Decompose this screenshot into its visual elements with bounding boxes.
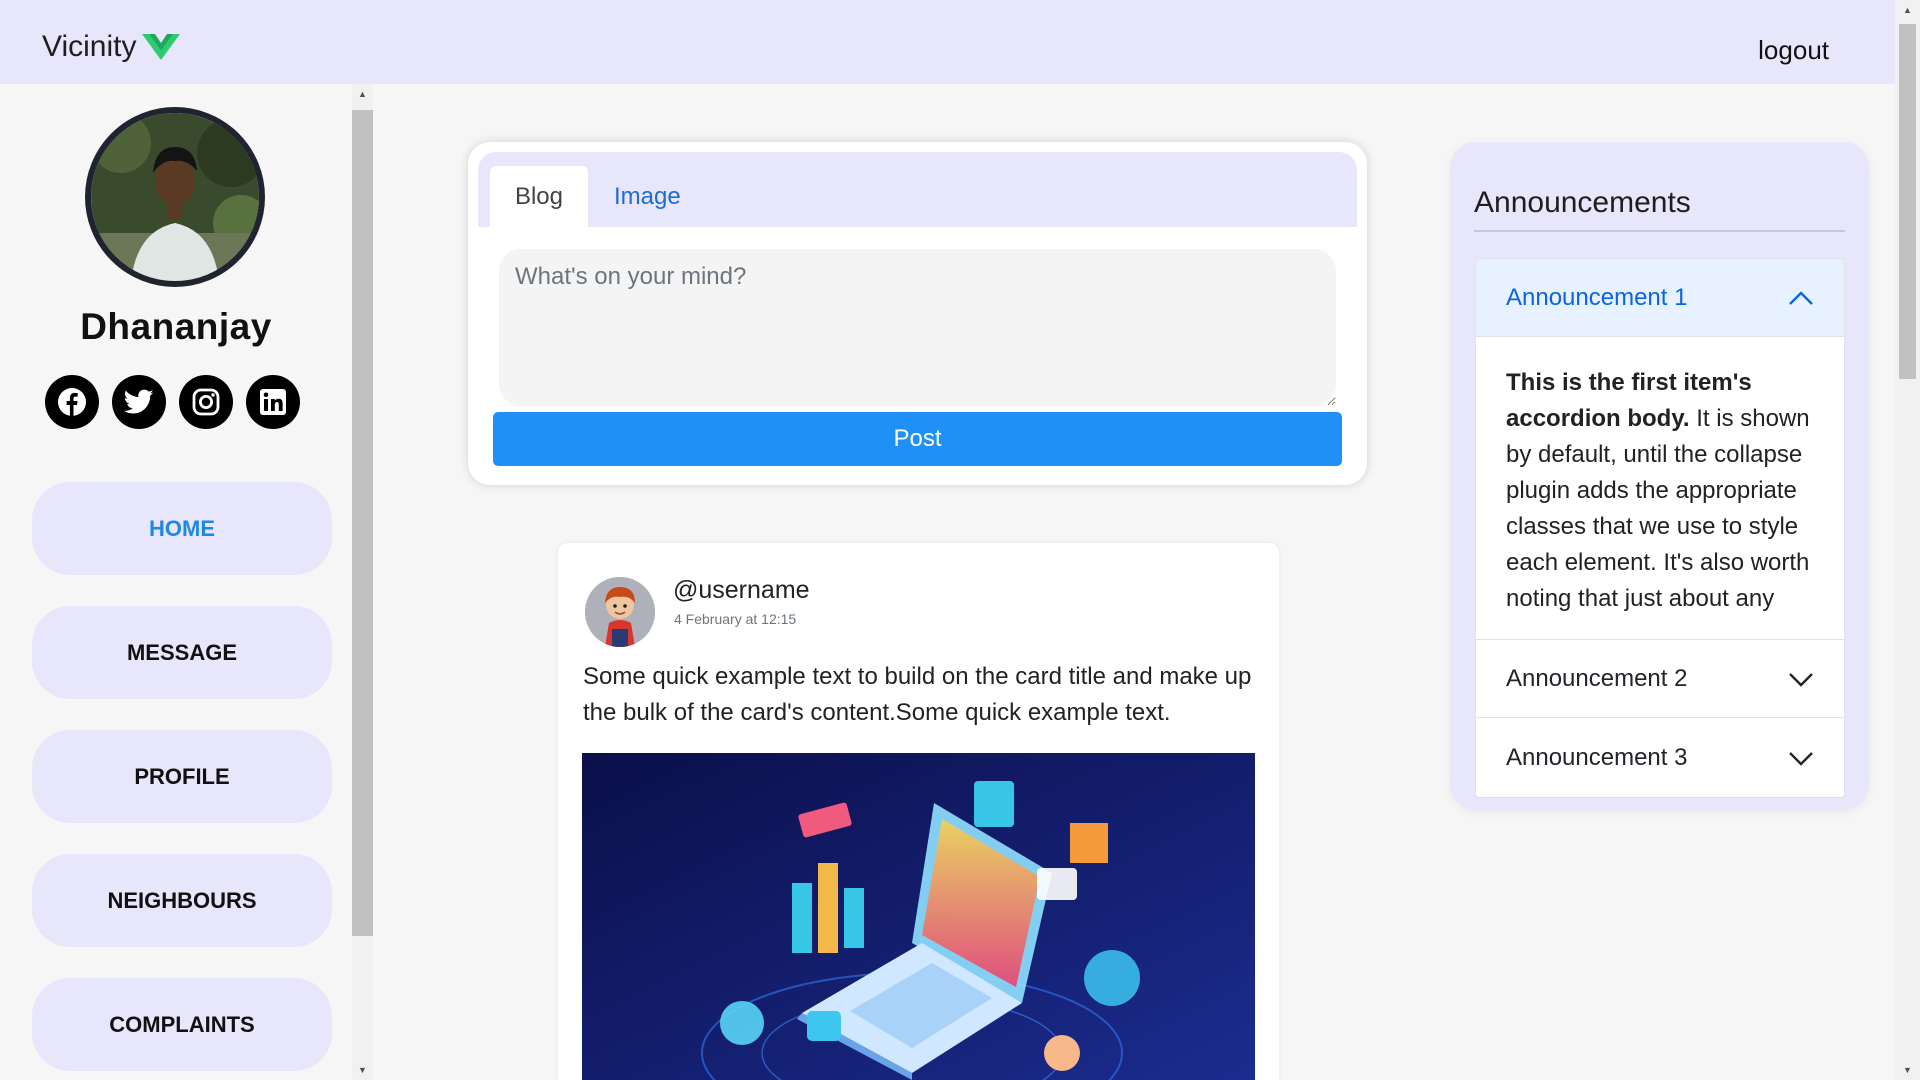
announcements-panel: Announcements Announcement 1 This is the… — [1450, 142, 1869, 810]
chevron-down-icon — [1789, 751, 1813, 766]
nav-neighbours-button[interactable]: NEIGHBOURS — [32, 854, 332, 947]
accordion-header-1[interactable]: Announcement 1 — [1476, 259, 1844, 337]
sidebar-scrollbar[interactable]: ▲ ▼ — [352, 84, 373, 1080]
sidebar-scroll-up-icon[interactable]: ▲ — [352, 84, 373, 104]
post-author-avatar[interactable] — [585, 577, 655, 647]
twitter-icon[interactable] — [112, 375, 166, 429]
accordion-title-1: Announcement 1 — [1506, 283, 1688, 311]
post-composer: Blog Image Post — [468, 142, 1367, 485]
nav-complaints-button[interactable]: COMPLAINTS — [32, 978, 332, 1071]
facebook-icon[interactable] — [45, 375, 99, 429]
top-navbar: Vicinity logout — [0, 0, 1895, 84]
tab-image[interactable]: Image — [614, 166, 681, 227]
scroll-up-arrow-icon[interactable]: ▲ — [1895, 0, 1920, 20]
accordion-header-2[interactable]: Announcement 2 — [1476, 639, 1844, 717]
post-button[interactable]: Post — [493, 412, 1342, 466]
accordion-body-text: It is shown by default, until the collap… — [1506, 405, 1810, 612]
brand-logo[interactable]: Vicinity — [42, 30, 182, 64]
page-scrollbar[interactable]: ▲ ▼ — [1895, 0, 1920, 1080]
accordion-title-2: Announcement 2 — [1506, 664, 1688, 692]
nav-profile-button[interactable]: PROFILE — [32, 730, 332, 823]
announcements-accordion: Announcement 1 This is the first item's … — [1475, 258, 1845, 798]
nav-message-button[interactable]: MESSAGE — [32, 606, 332, 699]
accordion-title-3: Announcement 3 — [1506, 743, 1688, 771]
scroll-down-arrow-icon[interactable]: ▼ — [1895, 1060, 1920, 1080]
social-links — [45, 375, 300, 429]
post-username[interactable]: @username — [673, 576, 810, 605]
brand-check-icon — [142, 34, 181, 60]
post-timestamp: 4 February at 12:15 — [674, 611, 797, 627]
brand-name: Vicinity — [42, 30, 137, 63]
nav-home-button[interactable]: HOME — [32, 482, 332, 575]
sidebar-nav: HOME MESSAGE PROFILE NEIGHBOURS COMPLAIN… — [32, 482, 332, 1080]
chevron-up-icon — [1789, 290, 1813, 305]
linkedin-icon[interactable] — [246, 375, 300, 429]
post-text-input[interactable] — [499, 249, 1336, 406]
profile-avatar[interactable] — [85, 107, 265, 287]
accordion-body-1: This is the first item's accordion body.… — [1476, 337, 1844, 639]
tab-blog[interactable]: Blog — [490, 166, 588, 227]
announcements-title: Announcements — [1474, 186, 1845, 232]
feed-post-card: @username 4 February at 12:15 Some quick… — [558, 543, 1279, 1080]
accordion-header-3[interactable]: Announcement 3 — [1476, 717, 1844, 797]
sidebar-scroll-down-icon[interactable]: ▼ — [352, 1060, 373, 1080]
composer-tabs: Blog Image — [478, 152, 1357, 227]
post-body-text: Some quick example text to build on the … — [583, 663, 1252, 726]
instagram-icon[interactable] — [179, 375, 233, 429]
chevron-down-icon — [1789, 672, 1813, 687]
post-image[interactable] — [582, 753, 1255, 1080]
sidebar-scrollbar-thumb[interactable] — [352, 110, 373, 936]
logout-link[interactable]: logout — [1758, 35, 1829, 66]
profile-name: Dhananjay — [80, 306, 272, 347]
page-scrollbar-thumb[interactable] — [1899, 24, 1916, 379]
